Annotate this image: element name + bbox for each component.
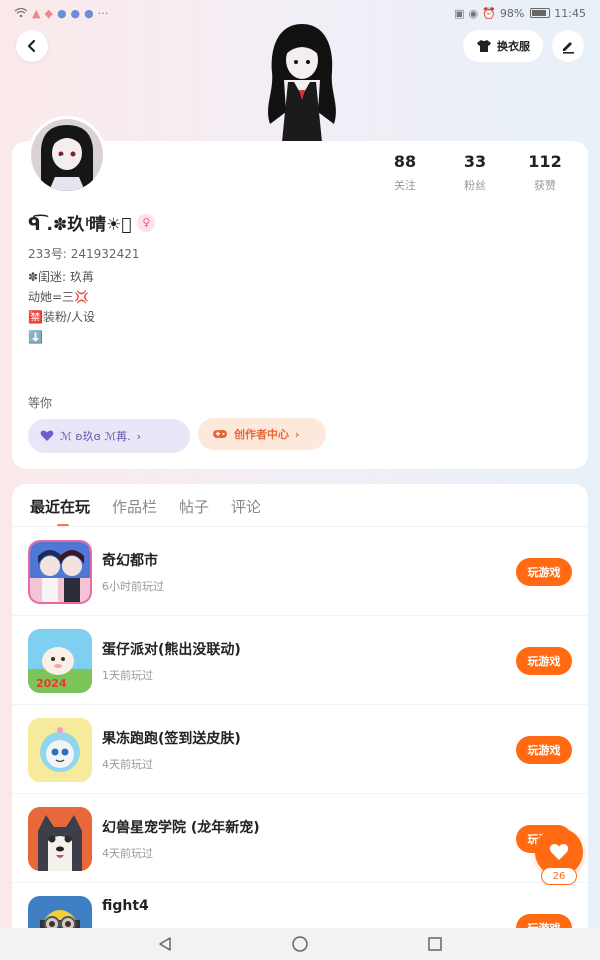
stat-likes[interactable]: 112 获赞	[510, 152, 580, 193]
camera-icon: ▣	[454, 6, 465, 20]
gamepad-icon	[213, 430, 227, 438]
app-notification-icon: ●	[84, 6, 94, 20]
game-info: 蛋仔派对(熊出没联动) 1天前玩过	[102, 639, 241, 683]
wait-text: 等你	[28, 396, 53, 410]
game-list-item[interactable]: 果冻跑跑(签到送皮肤) 4天前玩过 玩游戏	[12, 706, 588, 794]
game-info: 奇幻都市 6小时前玩过	[102, 550, 164, 594]
game-icon: 2024	[28, 628, 92, 693]
bio-line: ⬇️	[28, 330, 43, 344]
game-info: 果冻跑跑(签到送皮肤) 4天前玩过	[102, 728, 241, 772]
like-count: 26	[541, 867, 577, 885]
last-played: 4天前玩过	[102, 757, 153, 771]
nav-back-icon[interactable]	[157, 936, 173, 952]
game-list-item[interactable]: 2024 蛋仔派对(熊出没联动) 1天前玩过 玩游戏	[12, 617, 588, 705]
app-notification-icon: ●	[70, 6, 81, 20]
change-outfit-label: 换衣服	[497, 40, 530, 53]
heart-icon	[549, 844, 569, 860]
last-played: 1天前玩过	[102, 668, 153, 682]
fan-club-button[interactable]: ℳ ʚ玖ɞ ℳ苒. ›	[28, 419, 190, 453]
stat-label: 关注	[394, 179, 416, 192]
divider	[12, 526, 588, 527]
bio-line: ✽闺迷: 玖苒	[28, 270, 94, 284]
eye-icon: ◉	[468, 6, 479, 20]
tab-posts[interactable]: 帖子	[179, 496, 209, 517]
bio-line: 动她=三💢	[28, 290, 89, 304]
nav-home-icon[interactable]	[291, 935, 309, 953]
stat-followers[interactable]: 33 粉丝	[440, 152, 510, 193]
stat-following[interactable]: 88 关注	[370, 152, 440, 193]
last-played: 4天前玩过	[102, 846, 153, 860]
last-played: 6小时前玩过	[102, 579, 164, 593]
nickname-row: ᑫ͡ .✽玖 ͪ晴☀ͥ ♀	[28, 210, 156, 235]
heart-icon	[40, 430, 54, 441]
stat-label: 粉丝	[464, 179, 486, 192]
game-title: fight4	[102, 898, 149, 914]
system-nav-bar	[0, 928, 600, 960]
game-info: fight4	[102, 898, 149, 914]
nickname: ᑫ͡ .✽玖 ͪ晴☀ͥ	[28, 215, 132, 235]
profile-stats: 88 关注 33 粉丝 112 获赞	[370, 152, 580, 193]
app-notification-icon: ●	[56, 6, 67, 20]
game-icon	[28, 539, 92, 604]
battery-icon	[530, 8, 551, 18]
play-game-button[interactable]: 玩游戏	[516, 646, 572, 675]
character-figure	[256, 20, 348, 142]
game-title: 幻兽星宠学院 (龙年新宠)	[102, 819, 260, 836]
more-notifications-icon: ···	[97, 6, 109, 20]
edit-profile-button[interactable]	[552, 30, 584, 62]
tab-recently-played[interactable]: 最近在玩	[30, 496, 90, 517]
game-list-item[interactable]: 奇幻都市 6小时前玩过 玩游戏	[12, 528, 588, 616]
stat-value: 33	[463, 152, 487, 171]
chevron-right-icon: ›	[295, 427, 300, 441]
tab-works[interactable]: 作品栏	[112, 496, 157, 517]
nav-recents-icon[interactable]	[427, 936, 443, 952]
bio: ✽闺迷: 玖苒 动她=三💢 🈲装粉/人设 ⬇️	[28, 268, 95, 348]
creator-center-button[interactable]: 创作者中心 ›	[198, 418, 326, 450]
back-button[interactable]	[16, 30, 48, 62]
chevron-left-icon	[27, 39, 36, 53]
profile-tabs: 最近在玩 作品栏 帖子 评论	[30, 496, 261, 517]
game-title: 果冻跑跑(签到送皮肤)	[102, 730, 241, 747]
status-right: ▣ ◉ ⏰ 98% 11:45	[454, 7, 586, 20]
game-title: 奇幻都市	[102, 552, 158, 569]
app-notification-icon: ▲	[32, 6, 41, 20]
battery-text: 98%	[499, 6, 525, 20]
app-notification-icon: ◆	[44, 6, 53, 20]
play-game-button[interactable]: 玩游戏	[516, 735, 572, 764]
svg-text:2024: 2024	[36, 677, 67, 690]
user-id: 233号: 241932421	[28, 247, 140, 261]
fan-club-label: ℳ ʚ玖ɞ ℳ苒.	[60, 430, 131, 443]
tshirt-icon	[477, 40, 491, 52]
female-gender-icon: ♀	[137, 213, 156, 232]
tab-comments[interactable]: 评论	[231, 496, 261, 517]
clock: 11:45	[554, 6, 586, 20]
wifi-icon	[14, 7, 28, 20]
game-icon	[28, 717, 92, 782]
play-game-button[interactable]: 玩游戏	[516, 557, 572, 586]
chevron-right-icon: ›	[136, 429, 142, 443]
game-title: 蛋仔派对(熊出没联动)	[102, 641, 241, 658]
bio-line: 🈲装粉/人设	[28, 310, 95, 324]
change-outfit-button[interactable]: 换衣服	[463, 30, 543, 62]
avatar[interactable]	[28, 116, 106, 194]
game-icon	[28, 806, 92, 871]
alarm-icon: ⏰	[482, 6, 496, 20]
creator-center-label: 创作者中心	[234, 428, 289, 441]
status-left: ▲ ◆ ● ● ● ···	[14, 7, 108, 20]
game-list-item[interactable]: 幻兽星宠学院 (龙年新宠) 4天前玩过 玩游戏	[12, 795, 588, 883]
game-info: 幻兽星宠学院 (龙年新宠) 4天前玩过	[102, 817, 260, 861]
stat-value: 112	[528, 152, 562, 171]
stat-label: 获赞	[534, 179, 556, 192]
stat-value: 88	[393, 152, 417, 171]
pencil-icon	[563, 42, 574, 54]
activity-card: 最近在玩 作品栏 帖子 评论 奇幻都市 6小时前玩过 玩游戏 2024 蛋仔派对…	[12, 484, 588, 944]
